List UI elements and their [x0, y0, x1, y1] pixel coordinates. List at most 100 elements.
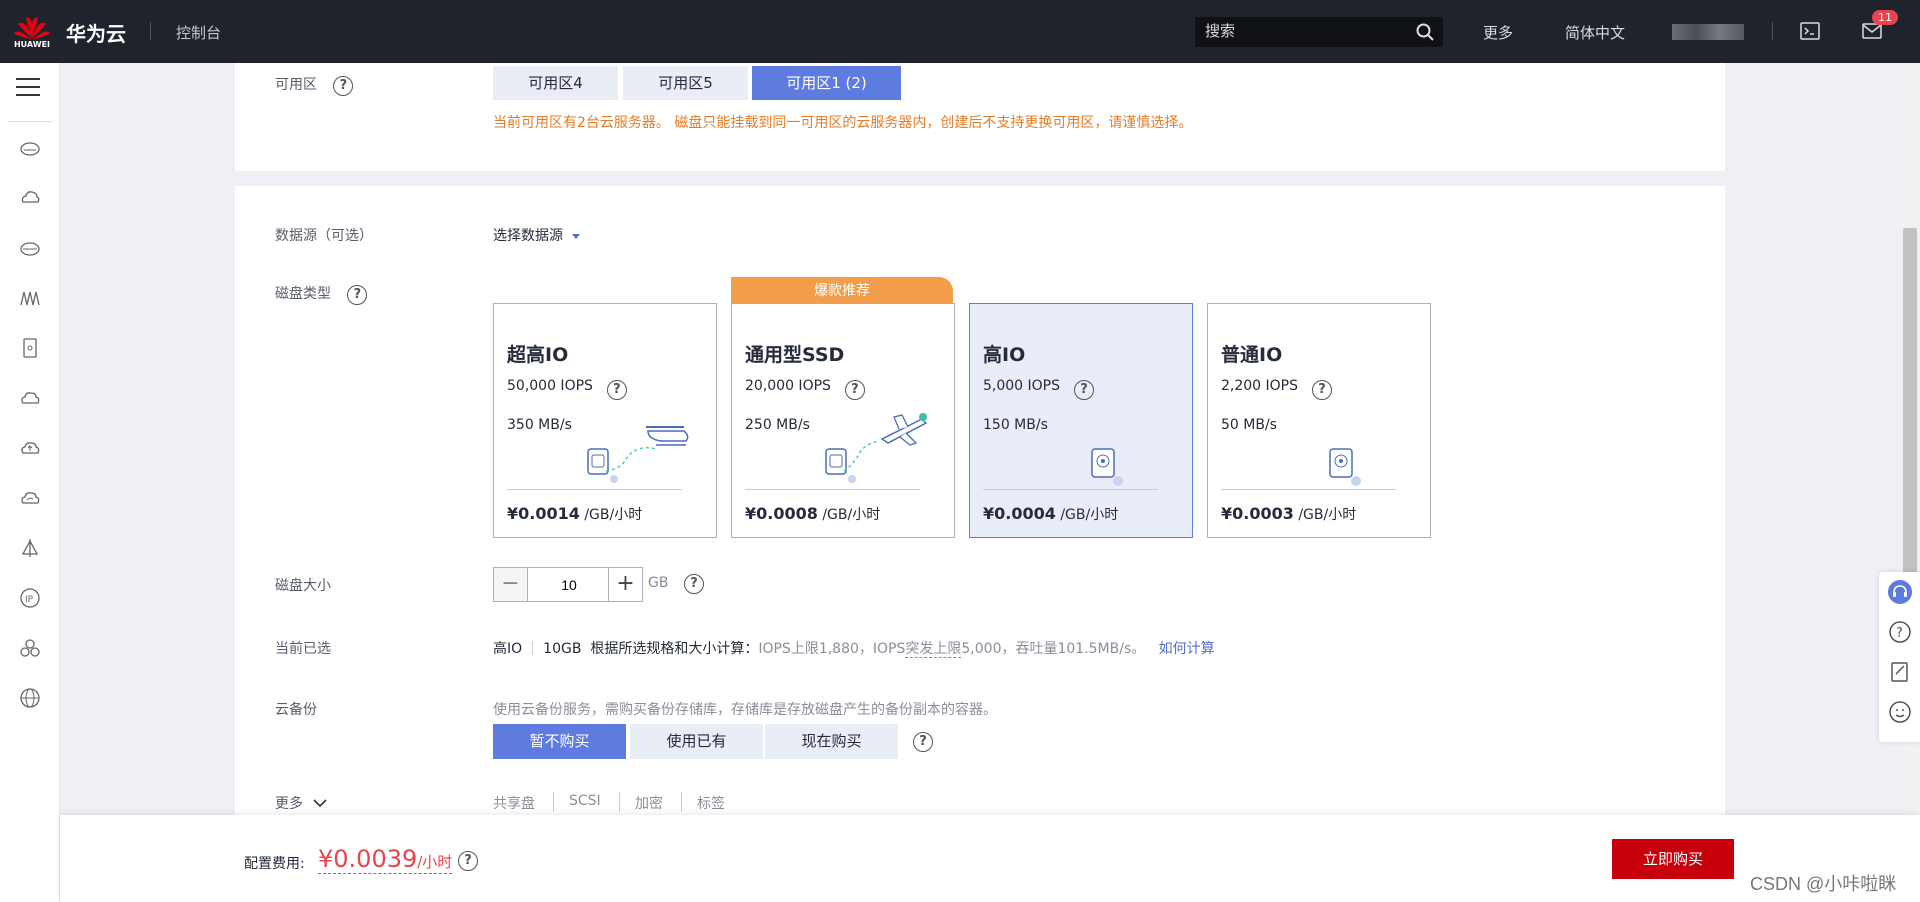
disk-card-normal-io[interactable]: 普通IO 2,200 IOPS? 50 MB/s ¥0.0003 /GB/小时 — [1207, 303, 1431, 538]
help-icon[interactable]: ? — [458, 851, 478, 871]
help-icon[interactable]: ? — [1074, 380, 1095, 400]
backup-use-existing-button[interactable]: 使用已有 — [630, 724, 763, 759]
help-icon[interactable]: ? — [347, 285, 368, 305]
datasource-dropdown[interactable]: 选择数据源 — [493, 225, 581, 245]
search-icon[interactable] — [1415, 22, 1435, 42]
help-circle-icon[interactable]: ? — [1888, 620, 1912, 644]
recommend-ribbon: 爆款推荐 — [731, 277, 953, 305]
disk-type-label: 磁盘类型 ? — [275, 283, 368, 305]
help-icon[interactable]: ? — [844, 380, 865, 400]
increment-button[interactable]: + — [608, 568, 642, 601]
backup-label: 云备份 — [275, 702, 317, 718]
help-icon[interactable]: ? — [1312, 380, 1333, 400]
eip-icon[interactable]: IP — [19, 587, 41, 609]
cluster-icon[interactable] — [19, 637, 41, 659]
disk-iops: 2,200 IOPS? — [1221, 378, 1333, 400]
disk-name: 普通IO — [1221, 344, 1283, 366]
more-item-scsi[interactable]: SCSI — [569, 793, 601, 809]
svg-text:IP: IP — [25, 595, 34, 605]
hdd-illustration — [1329, 448, 1361, 486]
bottom-bar: 配置费用: ¥0.0039/小时 ? 立即购买 CSDN @小咔啦眯 — [60, 815, 1920, 902]
az-option-4[interactable]: 可用区4 — [493, 66, 618, 100]
divider — [1221, 489, 1396, 490]
customer-service-icon[interactable] — [1888, 580, 1912, 604]
divider — [619, 792, 620, 812]
top-bar: HUAWEI 华为云 控制台 更多 简体中文 11 — [0, 0, 1920, 63]
sidebar-divider — [8, 121, 52, 122]
disk-price: ¥0.0014 /GB/小时 — [507, 504, 643, 523]
feedback-icon[interactable] — [1888, 660, 1912, 684]
helicopter-illustration — [587, 426, 689, 483]
network-icon[interactable] — [19, 537, 41, 559]
divider — [983, 489, 1158, 490]
smile-icon[interactable] — [1888, 700, 1912, 724]
decrement-button[interactable]: − — [494, 568, 528, 601]
globe-icon[interactable] — [19, 687, 41, 709]
disk-card-ultra-high-io[interactable]: 超高IO 50,000 IOPS? 350 MB/s ¥0.0014 /GB/小… — [493, 303, 717, 538]
current-label: 当前已选 — [275, 641, 331, 657]
backup-no-buy-button[interactable]: 暂不购买 — [493, 724, 626, 759]
disk-size-unit: GB — [648, 575, 669, 591]
more-toggle[interactable]: 更多 — [275, 793, 328, 813]
how-to-calc-link[interactable]: 如何计算 — [1159, 641, 1215, 657]
storage-icon[interactable] — [19, 237, 41, 259]
disk-name: 通用型SSD — [745, 344, 845, 366]
disk-iops: 20,000 IOPS? — [745, 378, 865, 400]
floating-tools-panel: ? — [1879, 572, 1920, 742]
device-icon[interactable] — [19, 337, 41, 359]
logo-text: HUAWEI — [13, 40, 51, 49]
help-icon[interactable]: ? — [913, 732, 933, 752]
backup-desc: 使用云备份服务，需购买备份存储库，存储库是存放磁盘产生的备份副本的容器。 — [493, 702, 997, 718]
backup-buy-now-button[interactable]: 现在购买 — [765, 724, 898, 759]
console-link[interactable]: 控制台 — [176, 22, 221, 43]
more-item-encrypt[interactable]: 加密 — [635, 793, 663, 813]
search-box[interactable] — [1195, 17, 1443, 47]
terminal-icon[interactable] — [1800, 22, 1820, 40]
datasource-label: 数据源（可选） — [275, 228, 373, 244]
wave-icon[interactable] — [19, 287, 41, 309]
cloud-monitor-icon[interactable] — [19, 487, 41, 509]
help-icon[interactable]: ? — [333, 76, 354, 96]
buy-now-button[interactable]: 立即购买 — [1612, 839, 1734, 879]
help-icon[interactable]: ? — [606, 380, 627, 400]
disk-size-stepper: − + — [493, 567, 643, 602]
disk-card-high-io[interactable]: 高IO 5,000 IOPS? 150 MB/s ¥0.0004 /GB/小时 — [969, 303, 1193, 538]
az-warning: 当前可用区有2台云服务器。 磁盘只能挂载到同一可用区的云服务器内，创建后不支持更… — [493, 115, 1193, 131]
disk-size-label: 磁盘大小 — [275, 578, 331, 594]
divider — [681, 792, 682, 812]
mail-badge: 11 — [1872, 10, 1898, 25]
chevron-down-icon — [313, 799, 328, 808]
fee-label: 配置费用: — [244, 856, 305, 872]
user-account[interactable] — [1672, 24, 1744, 40]
disk-card-general-ssd[interactable]: 通用型SSD 20,000 IOPS? 250 MB/s ¥0.0008 /GB… — [731, 303, 955, 538]
brand-name[interactable]: 华为云 — [66, 18, 126, 47]
caret-down-icon — [572, 234, 581, 239]
language-selector[interactable]: 简体中文 — [1565, 22, 1625, 43]
disk-name: 高IO — [983, 344, 1026, 366]
watermark: CSDN @小咔啦眯 — [1750, 874, 1897, 894]
disk-price: ¥0.0008 /GB/小时 — [745, 504, 881, 523]
az-option-5[interactable]: 可用区5 — [623, 66, 748, 100]
scrollbar-thumb[interactable] — [1903, 228, 1917, 628]
search-input[interactable] — [1205, 23, 1405, 40]
hamburger-menu-icon[interactable] — [16, 77, 40, 97]
help-icon[interactable]: ? — [684, 574, 704, 594]
top-more-menu[interactable]: 更多 — [1483, 22, 1513, 43]
more-item-shared[interactable]: 共享盘 — [493, 793, 535, 813]
cloud-icon[interactable] — [19, 187, 41, 209]
cloud-sync-icon[interactable] — [19, 387, 41, 409]
airplane-illustration — [825, 413, 928, 483]
more-item-tags[interactable]: 标签 — [697, 793, 725, 813]
hdd-illustration — [1091, 448, 1123, 486]
disk-throughput: 350 MB/s — [507, 417, 572, 433]
sidebar: IP — [0, 63, 60, 902]
az-option-1[interactable]: 可用区1 (2) — [752, 66, 901, 100]
cloud-upload-icon[interactable] — [19, 437, 41, 459]
az-label: 可用区 ? — [275, 74, 354, 96]
disk-name: 超高IO — [507, 344, 569, 366]
disk-throughput: 150 MB/s — [983, 417, 1048, 433]
disk-throughput: 50 MB/s — [1221, 417, 1277, 433]
ecs-icon[interactable] — [19, 137, 41, 159]
current-summary: 高IO 10GB 根据所选规格和大小计算：IOPS上限1,880，IOPS突发上限… — [493, 641, 1215, 658]
disk-size-input[interactable] — [528, 568, 610, 601]
